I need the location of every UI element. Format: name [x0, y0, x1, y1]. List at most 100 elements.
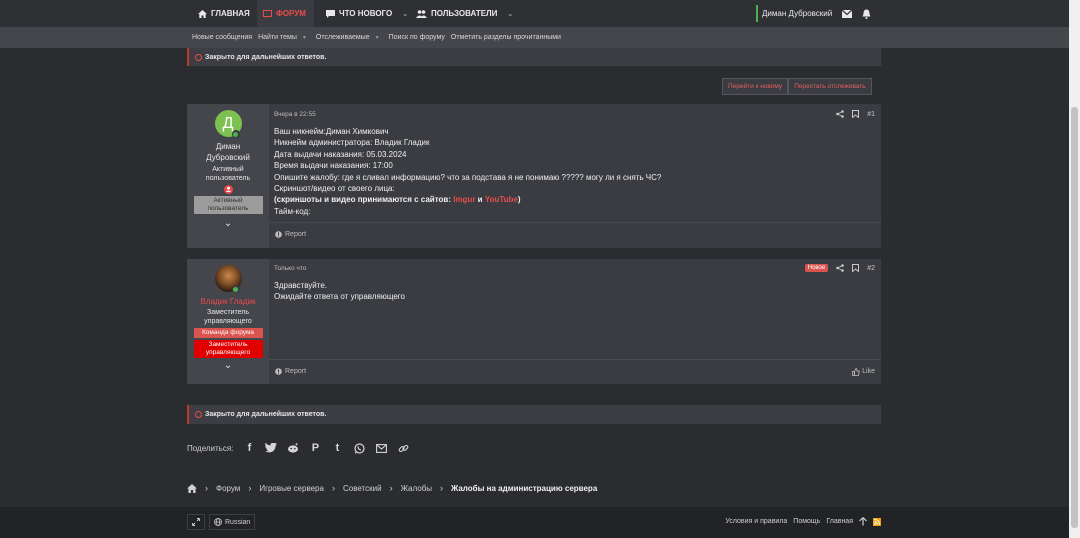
- nav-forum-tab[interactable]: ФОРУМ: [257, 0, 314, 27]
- reddit-icon[interactable]: [287, 442, 299, 454]
- report-link[interactable]: Report: [285, 368, 306, 375]
- tumblr-icon[interactable]: t: [331, 442, 343, 454]
- subnav-search-forums[interactable]: Поиск по форуму: [389, 34, 445, 41]
- subnav-new-posts[interactable]: Новые сообщения: [192, 34, 252, 41]
- post-1-user-cell: Д Диман Дубровский Активный пользователь…: [187, 104, 269, 248]
- scrollbar-thumb[interactable]: [1071, 107, 1078, 528]
- breadcrumb-item[interactable]: Форум: [216, 484, 240, 493]
- page-footer: Russian Условия и правила Помощь Главная: [0, 507, 1069, 538]
- chevron-right-icon: ›: [389, 483, 393, 493]
- post-1-message: Ваш никнейм:Диман Химкович Никнейм админ…: [274, 126, 661, 217]
- message-line: Никнейм администратора: Владик Гладик: [274, 138, 430, 148]
- post-2-username[interactable]: Владик Гладик: [193, 296, 263, 307]
- link-icon[interactable]: [397, 442, 409, 454]
- nav-home-tab[interactable]: ГЛАВНАЯ: [192, 0, 256, 27]
- nav-whats-new-label: ЧТО НОВОГО: [339, 9, 393, 18]
- youtube-link[interactable]: YouTube: [485, 195, 518, 204]
- post-1: Д Диман Дубровский Активный пользователь…: [187, 104, 881, 248]
- new-badge: Новое: [804, 264, 829, 272]
- account-username[interactable]: Диман Дубровский: [762, 9, 832, 18]
- language-chooser[interactable]: Russian: [209, 514, 256, 530]
- nav-whats-new-tab[interactable]: ЧТО НОВОГО ⌄: [320, 0, 414, 27]
- sub-navigation: Новые сообщения Найти темы ▾ Отслеживаем…: [0, 27, 1069, 48]
- twitter-icon[interactable]: [265, 442, 278, 454]
- avatar[interactable]: [214, 265, 242, 293]
- report-icon[interactable]: [275, 368, 282, 375]
- envelope-icon[interactable]: [842, 9, 853, 18]
- bell-icon[interactable]: [862, 9, 871, 19]
- message-line: Ожидайте ответа от управляющего: [274, 292, 405, 302]
- chevron-down-icon[interactable]: ⌄: [224, 218, 232, 229]
- bookmark-icon[interactable]: [852, 110, 860, 118]
- pinterest-icon[interactable]: P: [309, 442, 321, 454]
- comment-icon: [326, 9, 335, 18]
- whatsapp-icon[interactable]: [353, 442, 365, 454]
- expand-width-button[interactable]: [187, 514, 205, 530]
- avatar[interactable]: Д: [214, 110, 242, 138]
- rule-and: и: [475, 195, 485, 205]
- like-label: Like: [862, 368, 875, 375]
- closed-notice-top: Закрыто для дальнейших ответов.: [187, 48, 881, 66]
- nav-users-tab[interactable]: ПОЛЬЗОВАТЕЛИ ⌄: [410, 0, 519, 27]
- message-rule-line: (скриншоты и видео принимаются с сайтов:…: [274, 194, 661, 205]
- avatar-letter: Д: [222, 114, 234, 132]
- unwatch-button[interactable]: Перестать отслеживать: [788, 78, 872, 95]
- breadcrumb-item[interactable]: Советский: [343, 484, 382, 493]
- subnav-find-threads[interactable]: Найти темы: [258, 34, 297, 41]
- go-to-new-button[interactable]: Перейти к новому: [722, 78, 789, 95]
- users-icon: [416, 9, 427, 18]
- home-icon[interactable]: [187, 483, 197, 493]
- footer-terms-link[interactable]: Условия и правила: [725, 518, 787, 525]
- arrow-up-icon[interactable]: [859, 517, 867, 526]
- post-1-username[interactable]: Диман Дубровский: [193, 141, 263, 163]
- chevron-down-icon[interactable]: ▾: [303, 34, 306, 41]
- chevron-down-icon[interactable]: ▾: [376, 34, 379, 41]
- share-icon[interactable]: [836, 110, 845, 118]
- report-link[interactable]: Report: [285, 231, 306, 238]
- forum-staff-badge: Команда форума: [193, 328, 263, 338]
- closed-notice-text: Закрыто для дальнейших ответов.: [205, 53, 327, 61]
- chevron-down-icon[interactable]: ⌄: [224, 360, 232, 371]
- message-line: Дата выдачи наказания: 05.03.2024: [274, 149, 407, 159]
- globe-icon: [214, 518, 222, 526]
- thumbs-up-icon: [852, 367, 860, 376]
- post-2-user-title: Заместитель управляющего: [204, 309, 252, 325]
- chevron-right-icon: ›: [205, 483, 208, 493]
- post-number[interactable]: #2: [867, 265, 875, 272]
- deputy-manager-badge: Заместитель управляющего: [193, 340, 263, 358]
- message-line: Здравствуйте.: [274, 281, 328, 290]
- post-2-footer: Report Like: [269, 359, 881, 383]
- bookmark-icon[interactable]: [852, 264, 860, 272]
- post-date[interactable]: Только что: [274, 265, 306, 272]
- footer-help-link[interactable]: Помощь: [793, 518, 820, 525]
- nav-home-label: ГЛАВНАЯ: [211, 9, 250, 18]
- breadcrumb-item[interactable]: Жалобы: [401, 484, 432, 493]
- post-1-footer: Report: [269, 222, 881, 246]
- breadcrumb-current[interactable]: Жалобы на администрацию сервера: [451, 484, 597, 493]
- report-icon[interactable]: [275, 231, 282, 238]
- message-line: Время выдачи наказания: 17:00: [274, 161, 393, 171]
- subnav-watched[interactable]: Отслеживаемые: [316, 34, 370, 41]
- share-row: Поделиться: f P t: [187, 440, 409, 456]
- share-icon[interactable]: [836, 264, 845, 272]
- post-date[interactable]: Вчера в 22:55: [274, 111, 316, 118]
- footer-home-link[interactable]: Главная: [826, 518, 853, 525]
- online-status-icon: [231, 285, 240, 293]
- closed-notice-text: Закрыто для дальнейших ответов.: [205, 411, 327, 418]
- post-2-actions: Новое #2: [804, 264, 875, 272]
- chevron-right-icon: ›: [248, 483, 252, 493]
- page-scrollbar[interactable]: [1069, 0, 1080, 538]
- post-1-user-title: Активный пользователь: [205, 166, 251, 182]
- breadcrumb-item[interactable]: Игровые сервера: [259, 484, 324, 493]
- language-label: Russian: [225, 518, 251, 526]
- like-button[interactable]: Like: [852, 367, 875, 376]
- share-label: Поделиться:: [187, 443, 234, 453]
- post-number[interactable]: #1: [867, 111, 875, 118]
- chevron-down-icon[interactable]: ⌄: [507, 10, 513, 18]
- email-icon[interactable]: [375, 442, 387, 454]
- facebook-icon[interactable]: f: [243, 442, 255, 454]
- chevron-down-icon[interactable]: ⌄: [402, 10, 408, 18]
- imgur-link[interactable]: Imgur: [453, 195, 475, 204]
- rss-icon[interactable]: [873, 517, 881, 526]
- subnav-mark-read[interactable]: Отметить разделы прочитанными: [451, 34, 561, 41]
